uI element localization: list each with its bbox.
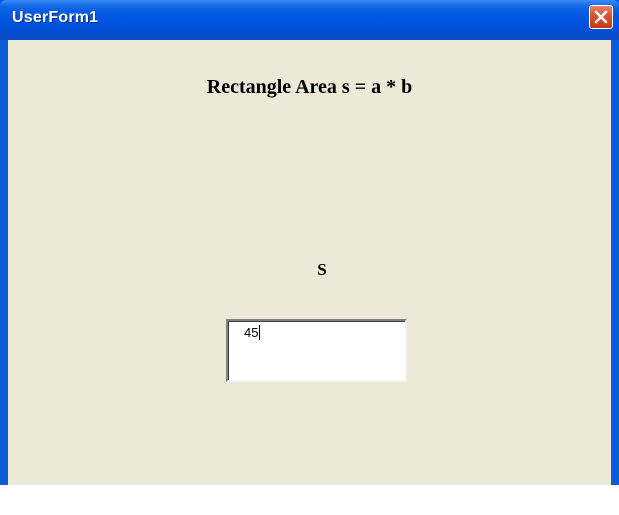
result-textbox[interactable]: 45 — [226, 319, 407, 382]
userform-window: UserForm1 Rectangle Area s = a * b S 45 — [0, 0, 619, 485]
result-value-text: 45 — [244, 325, 259, 340]
close-icon — [594, 10, 608, 24]
close-button[interactable] — [589, 5, 613, 29]
title-bar[interactable]: UserForm1 — [0, 0, 619, 40]
result-textbox-value: 45 — [244, 325, 261, 341]
result-label: S — [317, 260, 327, 279]
window-title: UserForm1 — [12, 9, 99, 26]
formula-heading: Rectangle Area s = a * b — [206, 76, 413, 98]
text-caret — [259, 325, 261, 340]
